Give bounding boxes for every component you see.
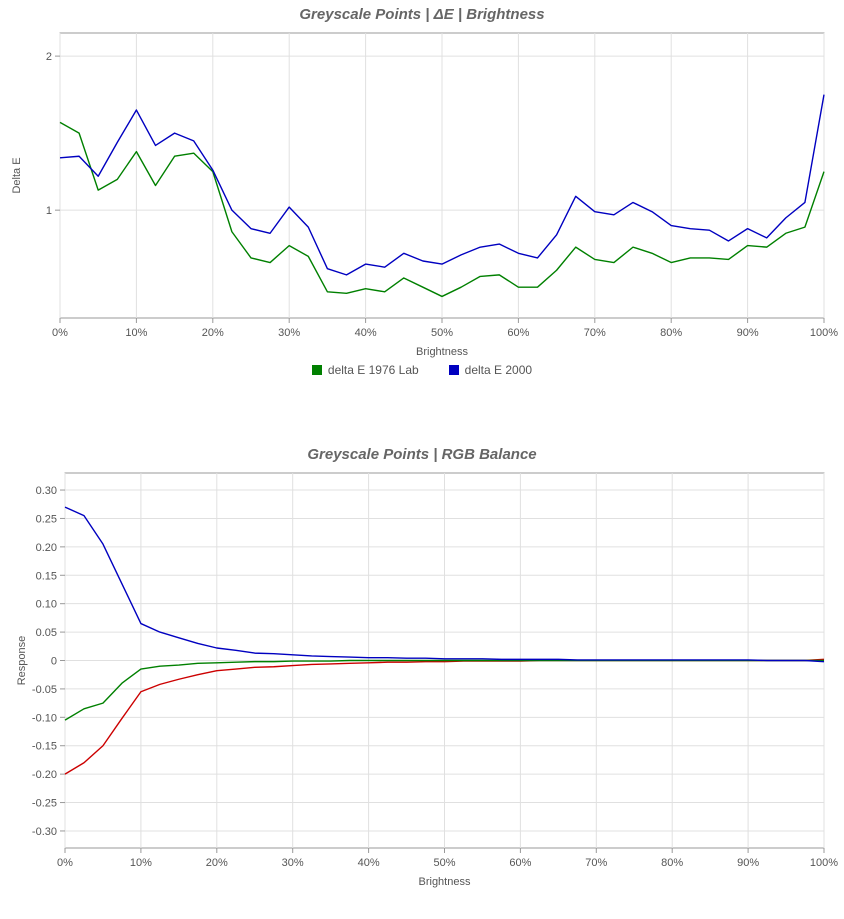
svg-text:-0.15: -0.15 <box>32 741 57 753</box>
svg-text:60%: 60% <box>509 857 531 869</box>
svg-text:-0.25: -0.25 <box>32 798 57 810</box>
svg-text:20%: 20% <box>202 327 224 339</box>
page: Greyscale Points | ΔE | Brightness 0%10%… <box>0 0 844 919</box>
svg-text:10%: 10% <box>130 857 152 869</box>
chart1-plot: 0% 10% 20% 30% 40% 50% 60% 70% 80% 90% 100% 1 2 Brigh… <box>0 23 844 363</box>
svg-text:0.20: 0.20 <box>36 542 57 554</box>
svg-text:0: 0 <box>51 656 57 668</box>
svg-text:90%: 90% <box>737 327 759 339</box>
svg-text:40%: 40% <box>355 327 377 339</box>
svg-text:2: 2 <box>46 51 52 63</box>
svg-text:0.10: 0.10 <box>36 599 57 611</box>
svg-text:Brightness: Brightness <box>419 876 471 888</box>
svg-text:50%: 50% <box>431 327 453 339</box>
chart1-title: Greyscale Points | ΔE | Brightness <box>0 0 844 23</box>
svg-text:1: 1 <box>46 205 52 217</box>
svg-text:100%: 100% <box>810 857 838 869</box>
svg-text:0.05: 0.05 <box>36 627 57 639</box>
svg-text:0%: 0% <box>52 327 68 339</box>
legend-label-2000: delta E 2000 <box>465 363 532 377</box>
svg-text:Brightness: Brightness <box>416 346 468 358</box>
svg-text:80%: 80% <box>661 857 683 869</box>
svg-text:-0.20: -0.20 <box>32 769 57 781</box>
legend-swatch-green <box>312 365 322 375</box>
svg-text:-0.05: -0.05 <box>32 684 57 696</box>
svg-text:60%: 60% <box>507 327 529 339</box>
svg-text:0.25: 0.25 <box>36 513 57 525</box>
svg-text:0.15: 0.15 <box>36 570 57 582</box>
legend-swatch-blue <box>449 365 459 375</box>
chart2-plot: 0% 10% 20% 30% 40% 50% 60% 70% 80% 90% 100% -0.30 -0… <box>0 463 844 893</box>
svg-text:30%: 30% <box>278 327 300 339</box>
legend-item-1976: delta E 1976 Lab <box>312 363 419 377</box>
svg-text:100%: 100% <box>810 327 838 339</box>
chart1-legend: delta E 1976 Lab delta E 2000 <box>0 363 844 377</box>
svg-text:-0.30: -0.30 <box>32 826 57 838</box>
svg-text:90%: 90% <box>737 857 759 869</box>
legend-item-2000: delta E 2000 <box>449 363 532 377</box>
svg-text:20%: 20% <box>206 857 228 869</box>
svg-text:0.30: 0.30 <box>36 485 57 497</box>
svg-text:70%: 70% <box>584 327 606 339</box>
svg-text:40%: 40% <box>358 857 380 869</box>
svg-text:70%: 70% <box>585 857 607 869</box>
svg-text:50%: 50% <box>433 857 455 869</box>
legend-label-1976: delta E 1976 Lab <box>328 363 419 377</box>
svg-text:0%: 0% <box>57 857 73 869</box>
svg-text:Delta E: Delta E <box>11 157 23 193</box>
svg-text:-0.10: -0.10 <box>32 712 57 724</box>
svg-text:80%: 80% <box>660 327 682 339</box>
svg-text:30%: 30% <box>282 857 304 869</box>
svg-text:Response: Response <box>16 636 28 686</box>
svg-text:10%: 10% <box>125 327 147 339</box>
chart-rgb-balance: Greyscale Points | RGB Balance 0% 10% 20% 3… <box>0 440 844 910</box>
chart2-title: Greyscale Points | RGB Balance <box>0 440 844 463</box>
chart-delta-e: Greyscale Points | ΔE | Brightness 0% 10%… <box>0 0 844 420</box>
